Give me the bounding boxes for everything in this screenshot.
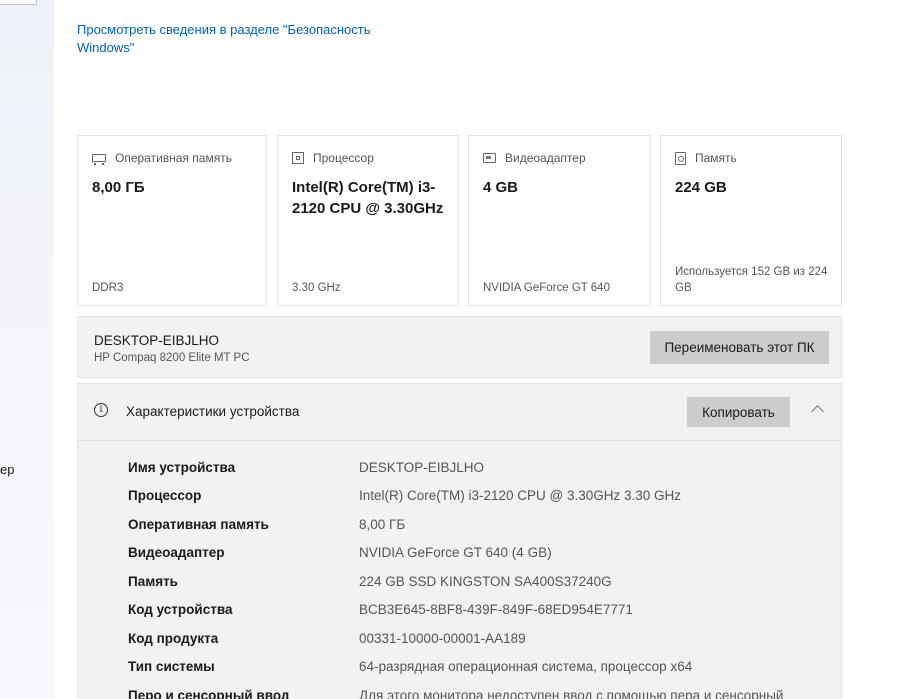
storage-icon xyxy=(675,151,686,165)
spec-key: Тип системы xyxy=(128,659,215,674)
card-label: Процессор xyxy=(313,151,374,165)
pc-model: HP Compaq 8200 Elite MT PC xyxy=(94,352,250,364)
pc-name: DESKTOP-EIBJLHO xyxy=(94,333,220,348)
card-label: Видеоадаптер xyxy=(505,151,586,165)
card-value: 8,00 ГБ xyxy=(92,179,145,196)
spec-key: Код продукта xyxy=(128,631,219,646)
rename-pc-button[interactable]: Переименовать этот ПК xyxy=(650,331,829,364)
spec-key: Имя устройства xyxy=(128,460,236,475)
info-icon: i xyxy=(94,403,108,417)
device-specifications-title: Характеристики устройства xyxy=(126,404,300,419)
copy-button[interactable]: Копировать xyxy=(687,397,790,427)
windows-security-link[interactable]: Просмотреть сведения в разделе "Безопасн… xyxy=(77,21,407,57)
card-value: 224 GB xyxy=(675,179,727,196)
pc-name-bar: DESKTOP-EIBJLHO HP Compaq 8200 Elite MT … xyxy=(77,316,842,378)
graphics-card: Видеоадаптер 4 GB NVIDIA GeForce GT 640 xyxy=(468,135,651,306)
spec-key: Видеоадаптер xyxy=(128,545,225,560)
spec-value: 00331-10000-00001-AA189 xyxy=(359,631,526,646)
spec-value: 224 GB SSD KINGSTON SA400S37240G xyxy=(359,574,612,589)
card-subtext: Используется 152 GB из 224 GB xyxy=(675,266,828,294)
card-value: Intel(R) Core(TM) i3-2120 CPU @ 3.30GHz xyxy=(292,179,444,217)
spec-value: DESKTOP-EIBJLHO xyxy=(359,460,485,475)
device-specifications-header[interactable]: i Характеристики устройства Копировать xyxy=(78,384,841,441)
storage-card: Память 224 GB Используется 152 GB из 224… xyxy=(660,135,842,306)
settings-about-page: ер Просмотреть сведения в разделе "Безоп… xyxy=(0,0,903,699)
card-value: 4 GB xyxy=(483,179,519,196)
ram-icon xyxy=(92,154,106,165)
sidebar-item-label-fragment[interactable]: ер xyxy=(0,462,14,477)
spec-key: Перо и сенсорный ввод xyxy=(128,688,290,699)
processor-icon xyxy=(292,152,304,164)
card-subtext: 3.30 GHz xyxy=(292,282,341,294)
card-subtext: NVIDIA GeForce GT 640 xyxy=(483,282,610,294)
spec-value: Intel(R) Core(TM) i3-2120 CPU @ 3.30GHz … xyxy=(359,488,682,503)
ram-card: Оперативная память 8,00 ГБ DDR3 xyxy=(77,135,267,306)
card-label: Оперативная память xyxy=(115,151,232,165)
spec-key: Процессор xyxy=(128,488,202,503)
spec-value: Для этого монитора недоступен ввод с пом… xyxy=(359,688,784,699)
sidebar: ер xyxy=(0,0,54,699)
chevron-up-icon[interactable] xyxy=(811,403,823,415)
card-label: Память xyxy=(695,151,737,165)
spec-value: 64-разрядная операционная система, проце… xyxy=(359,659,693,674)
graphics-card-icon xyxy=(483,153,496,163)
device-specifications-panel: i Характеристики устройства Копировать И… xyxy=(77,383,842,699)
processor-card: Процессор Intel(R) Core(TM) i3-2120 CPU … xyxy=(277,135,459,306)
card-subtext: DDR3 xyxy=(92,282,124,294)
spec-key: Оперативная память xyxy=(128,517,269,532)
spec-key: Память xyxy=(128,574,178,589)
sidebar-search-box-edge[interactable] xyxy=(0,0,37,5)
spec-value: NVIDIA GeForce GT 640 (4 GB) xyxy=(359,545,552,560)
spec-value: 8,00 ГБ xyxy=(359,517,406,532)
spec-value: BCB3E645-8BF8-439F-849F-68ED954E7771 xyxy=(359,602,633,617)
spec-key: Код устройства xyxy=(128,602,233,617)
